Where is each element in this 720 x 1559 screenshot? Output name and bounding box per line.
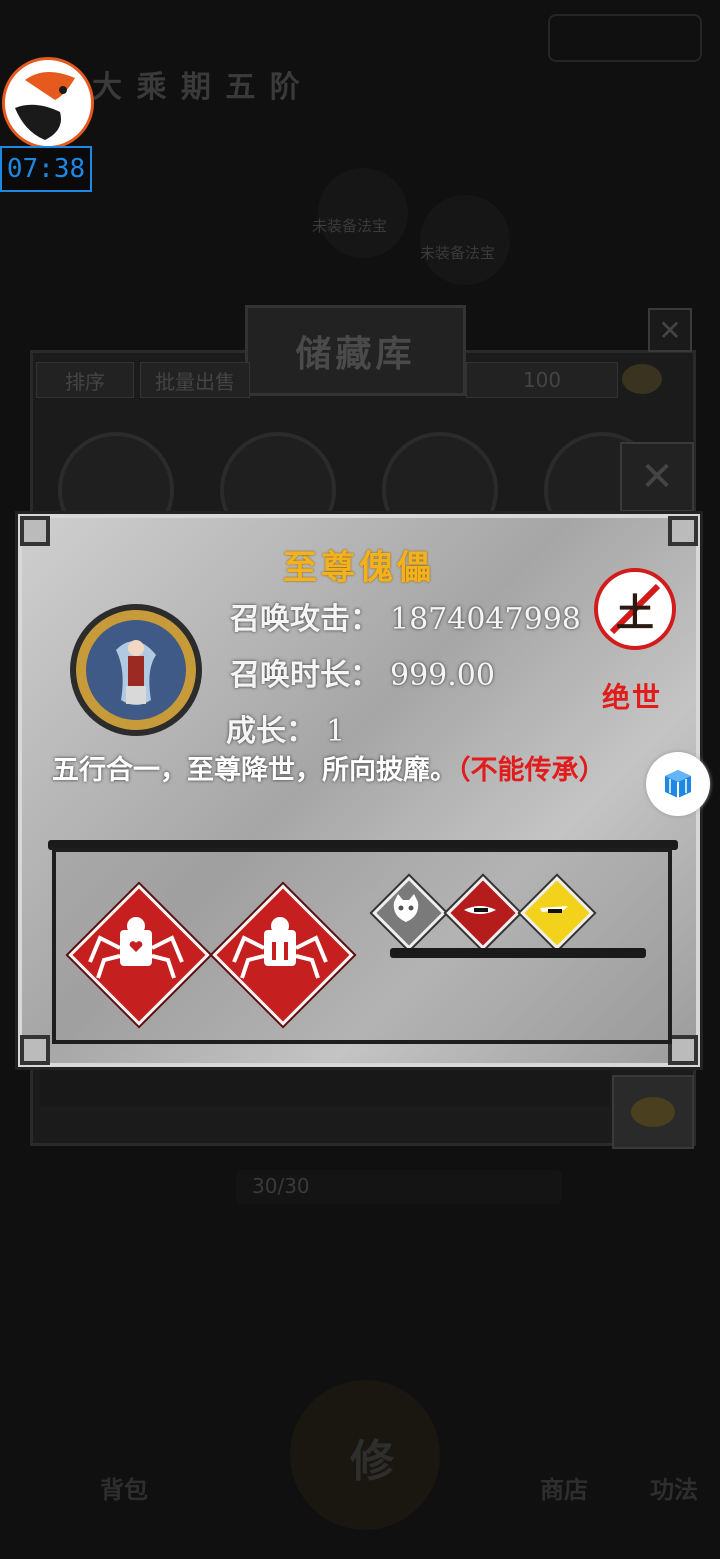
coin-icon (622, 364, 662, 394)
ink-stroke-divider (390, 948, 646, 958)
buff-demon-cat[interactable] (372, 876, 446, 950)
detail-close-button[interactable]: ✕ (620, 442, 694, 512)
player-avatar[interactable] (2, 57, 94, 149)
stat-summon-attack: 召唤攻击： 1874047998 (230, 594, 581, 638)
stat-summon-attack-label: 召唤攻击 (230, 602, 350, 637)
modal-corner-br (668, 1035, 698, 1065)
stat-separator: ： (286, 714, 316, 749)
demon-cat-icon (393, 894, 419, 922)
sell-coin-button[interactable] (612, 1075, 694, 1149)
stat-summon-duration: 召唤时长： 999.00 (230, 650, 495, 694)
stat-separator: ： (350, 658, 380, 693)
skill-box (52, 848, 672, 1044)
stat-summon-duration-label: 召唤时长 (230, 658, 350, 693)
cultivate-label: 修 (350, 1436, 394, 1487)
item-detail-modal: 至尊傀儡 召唤攻击： 1874047998 召唤时长： 999.00 成长： 1 土 … (18, 514, 700, 1067)
equip-slot-1-label: 未装备法宝 (312, 217, 388, 235)
buff-yellow-minus[interactable] (520, 876, 594, 950)
rarity-label: 绝世 (602, 681, 663, 714)
skill-slot-1[interactable] (68, 884, 210, 1026)
stat-growth: 成长： 1 (226, 706, 345, 750)
stat-growth-label: 成长 (226, 714, 286, 749)
coin-stack-icon (631, 1097, 675, 1127)
item-name: 至尊傀儡 (283, 548, 435, 588)
stat-summon-attack-value: 1874047998 (390, 602, 581, 637)
modal-corner-bl (20, 1035, 50, 1065)
yellow-minus-icon (540, 906, 568, 913)
capacity-display: 100 (466, 362, 618, 398)
stat-growth-value: 1 (326, 714, 346, 749)
cube-icon (665, 770, 691, 798)
fox-avatar-icon (5, 60, 91, 146)
sort-tab[interactable]: 排序 (36, 362, 134, 398)
storage-close-button[interactable]: ✕ (648, 308, 692, 352)
spider-puppet-heart-icon (88, 917, 184, 979)
no-inherit-note: （不能传承） (457, 755, 606, 786)
nav-bag[interactable]: 背包 (100, 1470, 148, 1505)
storage-bottom-bar (40, 1068, 610, 1106)
stage-title: 大 乘 期 五 阶 (92, 70, 302, 105)
element-char: 土 (615, 590, 654, 635)
floating-assistant-button[interactable] (646, 752, 710, 816)
storage-title: 储藏库 (245, 305, 466, 396)
equip-slot-2-label: 未装备法宝 (420, 244, 496, 262)
timer-display: 07:38 (0, 146, 92, 192)
skill-slot-2[interactable] (212, 884, 354, 1026)
equip-slot-1 (318, 168, 408, 258)
buff-red-minus[interactable] (446, 876, 520, 950)
spider-puppet-icon (232, 917, 328, 979)
bag-count: 30/30 (252, 1174, 310, 1198)
top-right-indicator (548, 14, 702, 62)
nav-shop[interactable]: 商店 (540, 1470, 588, 1505)
description-text: 五行合一，至尊降世，所向披靡。 (52, 755, 457, 786)
batch-sell-tab[interactable]: 批量出售 (140, 362, 250, 398)
stat-separator: ： (350, 602, 380, 637)
puppet-figure-icon (76, 610, 196, 730)
red-minus-icon (464, 906, 496, 914)
stat-summon-duration-value: 999.00 (390, 658, 495, 693)
equip-slot-2 (420, 195, 510, 285)
element-earth-badge: 土 (594, 568, 676, 650)
item-description: 五行合一，至尊降世，所向披靡。（不能传承） (52, 754, 672, 788)
item-portrait (70, 604, 202, 736)
nav-skill[interactable]: 功法 (650, 1470, 698, 1505)
